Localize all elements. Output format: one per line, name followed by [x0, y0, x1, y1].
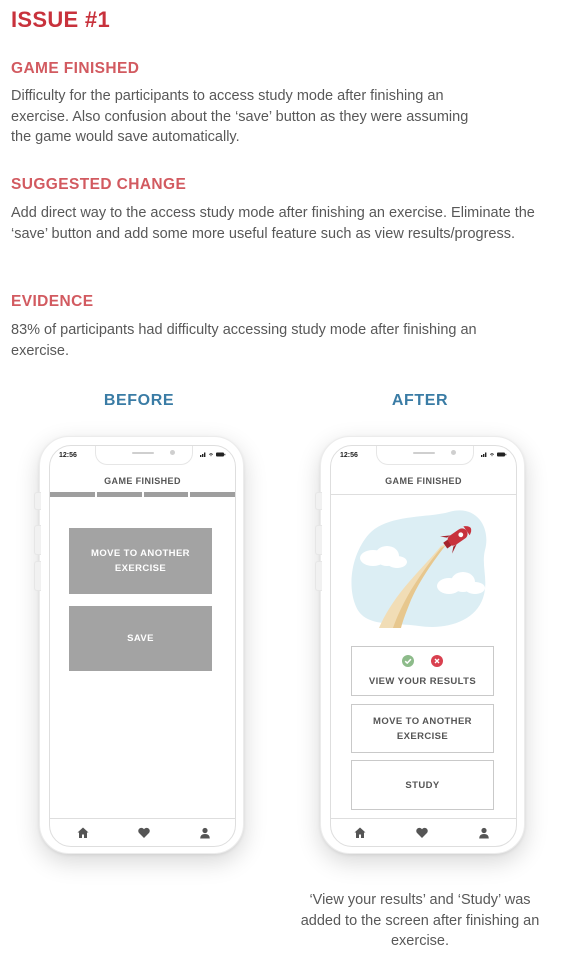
- body-suggested-change: Add direct way to the access study mode …: [11, 205, 535, 242]
- screen-title: GAME FINISHED: [385, 476, 462, 486]
- status-time: 12:56: [59, 452, 77, 459]
- heading-game-finished: GAME FINISHED: [11, 60, 140, 77]
- home-icon[interactable]: [353, 826, 367, 840]
- check-circle-icon: [401, 654, 414, 667]
- heart-icon[interactable]: [137, 826, 151, 840]
- status-time: 12:56: [340, 452, 358, 459]
- title-divider: [331, 494, 516, 495]
- after-phone-mockup: 12:56 GAME FINISHED VIEW YOUR RESULTS MO…: [315, 436, 525, 854]
- phone-side-button: [34, 525, 41, 555]
- before-label: BEFORE: [103, 392, 175, 409]
- phone-notch: [376, 446, 474, 465]
- view-your-results-button[interactable]: VIEW YOUR RESULTS: [351, 646, 494, 696]
- body-game-finished: Difficulty for the participants to acces…: [11, 88, 469, 145]
- view-your-results-label: VIEW YOUR RESULTS: [368, 675, 477, 687]
- move-to-another-exercise-button[interactable]: MOVE TO ANOTHER EXERCISE: [351, 704, 494, 753]
- after-screen: 12:56 GAME FINISHED VIEW YOUR RESULTS MO…: [330, 445, 517, 847]
- heading-evidence: EVIDENCE: [11, 293, 94, 310]
- phone-side-button: [34, 561, 41, 591]
- body-evidence: 83% of participants had difficulty acces…: [11, 322, 477, 359]
- signal-icon: [481, 452, 507, 457]
- before-screen: 12:56 GAME FINISHED MOVE TO ANOTHER EXER…: [49, 445, 236, 847]
- screen-title: GAME FINISHED: [104, 476, 181, 486]
- phone-side-button: [315, 525, 322, 555]
- phone-side-button: [315, 492, 322, 510]
- heading-suggested-change: SUGGESTED CHANGE: [11, 176, 187, 193]
- bottom-nav: [50, 818, 235, 846]
- status-icons: [200, 451, 226, 460]
- after-label: AFTER: [391, 392, 449, 409]
- phone-side-button: [34, 492, 41, 510]
- progress-bar: [50, 492, 235, 497]
- before-phone-mockup: 12:56 GAME FINISHED MOVE TO ANOTHER EXER…: [34, 436, 244, 854]
- user-icon[interactable]: [198, 826, 212, 840]
- x-circle-icon: [431, 654, 444, 667]
- bottom-nav: [331, 818, 516, 846]
- signal-icon: [200, 452, 226, 457]
- save-button[interactable]: SAVE: [69, 606, 212, 671]
- study-button[interactable]: STUDY: [351, 760, 494, 810]
- move-to-another-exercise-button[interactable]: MOVE TO ANOTHER EXERCISE: [69, 528, 212, 594]
- home-icon[interactable]: [76, 826, 90, 840]
- after-caption: ‘View your results’ and ‘Study’ was adde…: [300, 892, 540, 949]
- status-icons: [481, 451, 507, 460]
- issue-title: ISSUE #1: [11, 7, 111, 32]
- phone-side-button: [315, 561, 322, 591]
- user-icon[interactable]: [477, 826, 491, 840]
- rocket-illustration: [351, 510, 487, 628]
- heart-icon[interactable]: [415, 826, 429, 840]
- result-icons: [395, 654, 450, 669]
- phone-notch: [95, 446, 193, 465]
